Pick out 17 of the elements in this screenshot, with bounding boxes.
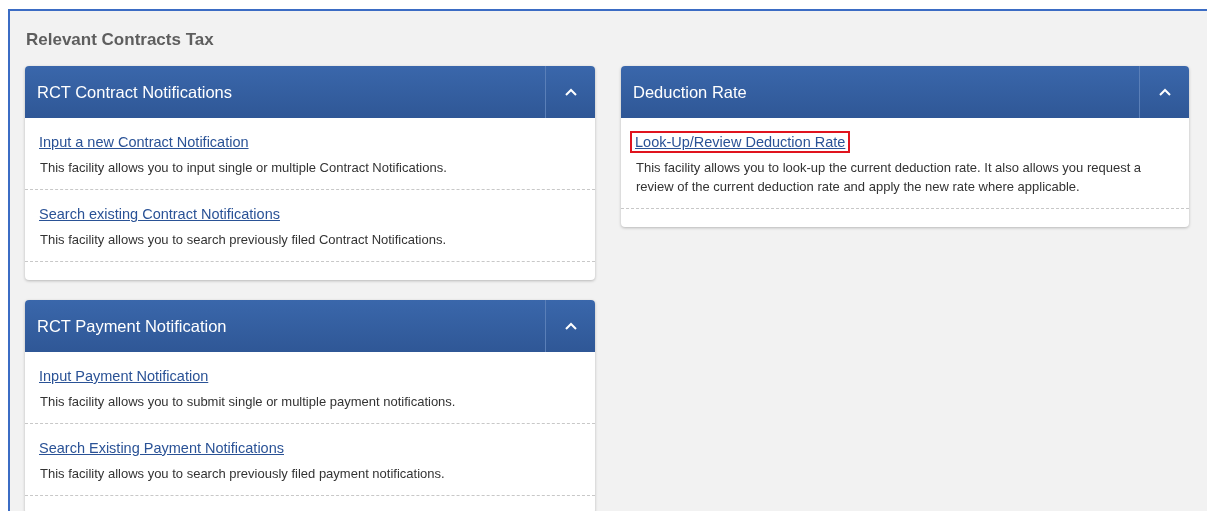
chevron-up-icon [564,322,577,330]
facility-description: This facility allows you to search previously filed Contract Notifications. [40,231,448,249]
card-title: RCT Contract Notifications [36,81,233,103]
chevron-up-icon [1158,88,1171,96]
chevron-up-icon [564,88,577,96]
card-title: Deduction Rate [632,81,748,103]
facility-description: This facility allows you to search previously filed payment notifications. [40,465,446,483]
facility-link[interactable]: Look-Up/Review Deduction Rate [630,131,851,153]
facility-link[interactable]: Input a new Contract Notification [34,131,254,153]
card-title: RCT Payment Notification [36,315,228,337]
facility-description: This facility allows you to look-up the current deduction rate. It also allows you request a review of the current deduction rate and apply the new rate where applicable. [636,159,1143,196]
facility-link[interactable]: Input Payment Notification [34,365,214,387]
facility-description: This facility allows you to submit single or multiple payment notifications. [40,393,457,411]
facility-description: This facility allows you to input single or multiple Contract Notifications. [40,159,448,177]
facility-link[interactable]: Search Existing Payment Notifications [34,437,289,459]
facility-link[interactable]: Search existing Contract Notifications [34,203,285,225]
page-title: Relevant Contracts Tax [25,29,215,47]
